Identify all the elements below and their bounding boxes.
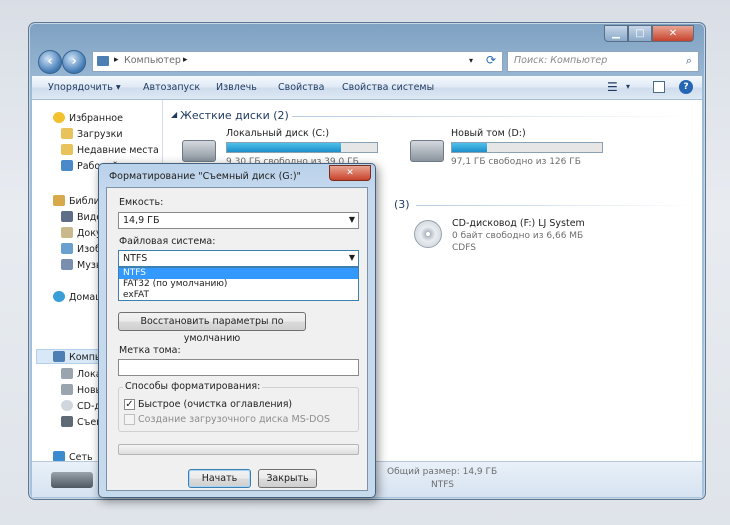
capacity-select[interactable]: 14,9 ГБ ▼ — [118, 212, 359, 229]
command-bar: Упорядочить ▾ Автозапуск Извлечь Свойств… — [32, 76, 702, 100]
capacity-value: 14,9 ГБ — [123, 215, 160, 226]
images-icon — [61, 243, 73, 254]
search-placeholder: Поиск: Компьютер — [514, 55, 608, 66]
fs-value: NTFS — [123, 253, 148, 264]
system-properties-button[interactable]: Свойства системы — [342, 82, 434, 93]
usage-fill-d — [452, 143, 487, 152]
boot-disk-label: Создание загрузочного диска MS-DOS — [138, 414, 330, 425]
hard-drive-icon — [182, 140, 216, 162]
volume-label-input[interactable] — [118, 359, 359, 376]
total-size: Общий размер: 14,9 ГБ — [387, 467, 498, 477]
dialog-title: Форматирование "Съемный диск (G:)" — [109, 171, 301, 182]
search-icon: ⌕ — [685, 54, 692, 67]
start-button[interactable]: Начать — [188, 469, 251, 488]
fs-option-ntfs[interactable]: NTFS — [119, 268, 358, 279]
group-collapse-icon[interactable]: ◢ — [171, 110, 177, 119]
fs-dropdown-list: NTFS FAT32 (по умолчанию) exFAT — [118, 267, 359, 301]
group-divider — [416, 205, 692, 206]
nav-recent[interactable]: Недавние места — [61, 144, 159, 156]
cd-fs: CDFS — [452, 243, 476, 253]
usb-drive-icon — [51, 472, 93, 488]
details-fs: NTFS — [431, 480, 454, 490]
eject-button[interactable]: Извлечь — [216, 82, 257, 93]
close-window-button[interactable]: ✕ — [652, 25, 694, 42]
usage-fill-c — [227, 143, 341, 152]
music-icon — [61, 259, 73, 270]
drive-name: Новый том (D:) — [451, 128, 526, 139]
cd-name: CD-дисковод (F:) LJ System — [452, 218, 585, 229]
usage-bar-d — [451, 142, 603, 153]
volume-label-label: Метка тома: — [119, 345, 181, 356]
view-options-icon[interactable]: ☰ — [607, 80, 618, 94]
video-icon — [61, 211, 73, 222]
organize-button[interactable]: Упорядочить ▾ — [48, 82, 121, 93]
search-input[interactable]: Поиск: Компьютер ⌕ — [507, 51, 699, 72]
group-removable-count[interactable]: (3) — [394, 198, 410, 211]
fs-select[interactable]: NTFS ▼ — [118, 250, 359, 267]
chevron-down-icon: ▼ — [348, 215, 355, 224]
address-bar[interactable]: ▸ Компьютер ▸ ▾ ⟳ — [92, 51, 503, 72]
breadcrumb[interactable]: Компьютер — [124, 55, 181, 66]
drive-icon — [61, 384, 73, 395]
capacity-label: Емкость: — [119, 197, 164, 208]
format-dialog: Форматирование "Съемный диск (G:)" ✕ Емк… — [98, 163, 376, 498]
cd-icon — [414, 220, 442, 248]
boot-disk-checkbox — [124, 414, 135, 425]
properties-button[interactable]: Свойства — [278, 82, 324, 93]
fs-option-fat32[interactable]: FAT32 (по умолчанию) — [119, 279, 358, 290]
drive-icon — [61, 368, 73, 379]
nav-downloads[interactable]: Загрузки — [61, 128, 123, 140]
close-dialog-button[interactable]: Закрыть — [258, 469, 317, 488]
usage-bar-c — [226, 142, 378, 153]
minimize-button[interactable]: ▁ — [604, 25, 628, 42]
usb-drive-icon — [61, 416, 73, 427]
cd-info: 0 байт свободно из 6,66 МБ — [452, 231, 584, 241]
quick-format-checkbox[interactable]: ✓ — [124, 399, 135, 410]
progress-bar — [118, 444, 359, 455]
dropdown-arrow-icon[interactable]: ▾ — [469, 56, 473, 65]
cd-icon — [61, 400, 73, 411]
desktop-icon — [61, 160, 73, 171]
autoplay-button[interactable]: Автозапуск — [143, 82, 200, 93]
quick-format-label: Быстрое (очистка оглавления) — [138, 399, 293, 410]
back-button[interactable]: ‹ — [38, 50, 62, 74]
preview-pane-icon[interactable] — [653, 81, 665, 93]
computer-icon — [97, 56, 109, 66]
hard-drive-icon — [410, 140, 444, 162]
homegroup-icon — [53, 291, 65, 302]
restore-defaults-button[interactable]: Восстановить параметры по умолчанию — [118, 312, 306, 344]
drive-info: 97,1 ГБ свободно из 126 ГБ — [451, 157, 581, 167]
libraries-icon — [53, 195, 65, 206]
fs-option-exfat[interactable]: exFAT — [119, 290, 358, 301]
star-icon — [53, 112, 65, 123]
cd-drive-item[interactable]: CD-дисковод (F:) LJ System 0 байт свобод… — [412, 218, 622, 258]
folder-icon — [61, 128, 73, 139]
group-divider — [292, 116, 692, 117]
breadcrumb-arrow-icon: ▸ — [114, 55, 119, 65]
forward-button[interactable]: › — [62, 50, 86, 74]
computer-icon — [53, 351, 65, 362]
recent-places-icon — [61, 144, 73, 155]
nav-favorites[interactable]: Избранное — [53, 112, 123, 124]
group-hard-drives[interactable]: Жесткие диски (2) — [180, 109, 289, 122]
refresh-icon[interactable]: ⟳ — [486, 53, 496, 67]
fs-label: Файловая система: — [119, 236, 216, 247]
chevron-down-icon: ▼ — [348, 253, 355, 262]
dialog-close-button[interactable]: ✕ — [329, 165, 371, 181]
dialog-body: Емкость: 14,9 ГБ ▼ Файловая система: NTF… — [106, 187, 368, 491]
drive-d[interactable]: Новый том (D:) 97,1 ГБ свободно из 126 Г… — [406, 128, 611, 172]
breadcrumb-arrow-icon: ▸ — [183, 55, 188, 65]
drive-name: Локальный диск (C:) — [226, 128, 330, 139]
view-dropdown-icon[interactable]: ▾ — [626, 82, 630, 91]
documents-icon — [61, 227, 73, 238]
maximize-button[interactable]: □ — [628, 25, 652, 42]
format-options-label: Способы форматирования: — [123, 381, 263, 392]
help-icon[interactable]: ? — [679, 80, 693, 94]
